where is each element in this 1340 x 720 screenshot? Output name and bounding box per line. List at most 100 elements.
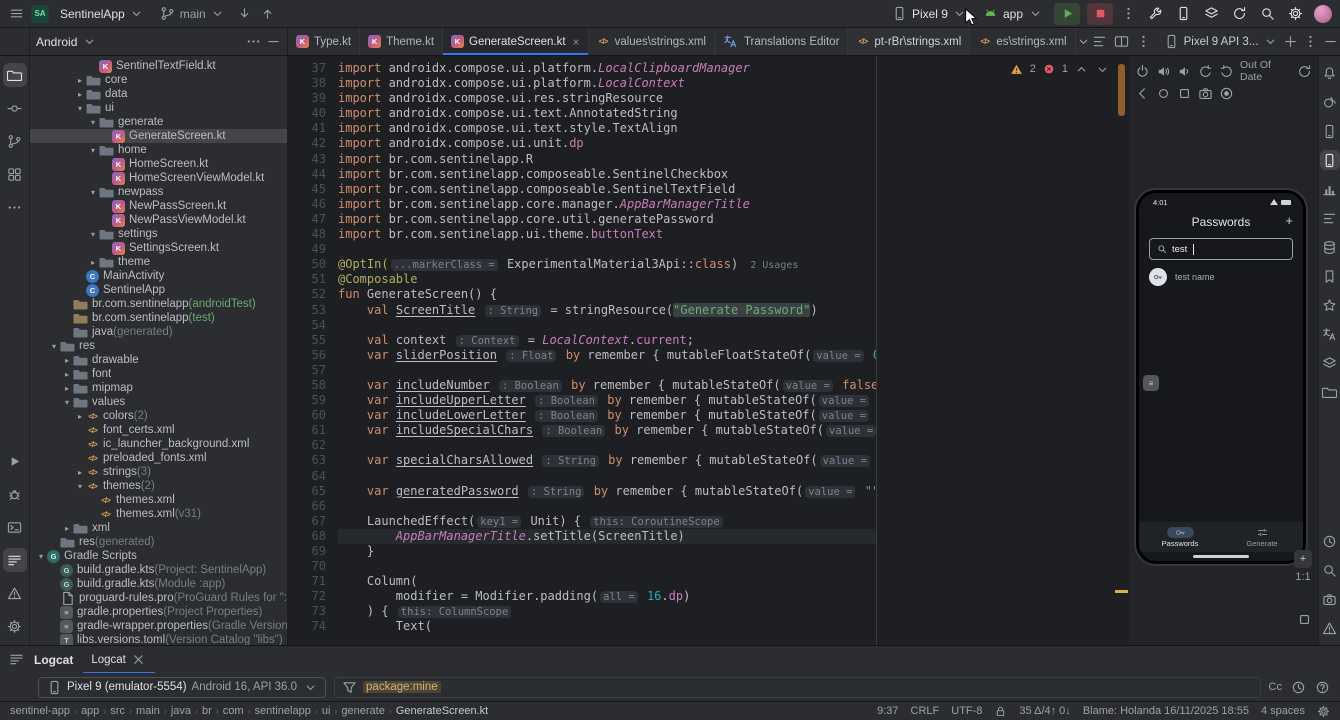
tool-strip-terminal-icon[interactable] — [3, 515, 27, 539]
phone-nav-passwords[interactable]: Passwords — [1139, 522, 1221, 552]
history-icon[interactable] — [1290, 679, 1306, 695]
options-icon[interactable] — [245, 34, 261, 50]
close-icon[interactable]: × — [573, 35, 580, 49]
chevron-right-icon[interactable]: ▸ — [87, 258, 99, 267]
device-manager-icon[interactable] — [1171, 3, 1195, 25]
logcat-device-selector[interactable]: Pixel 9 (emulator-5554) Android 16, API … — [38, 676, 327, 698]
tree-item-preloaded-fonts-xml[interactable]: </> preloaded_fonts.xml — [30, 451, 287, 465]
chevron-down-icon[interactable]: ▾ — [87, 188, 99, 197]
status-settings-icon[interactable] — [1317, 705, 1330, 718]
settings-icon[interactable] — [1283, 3, 1307, 25]
tree-item-gradle-properties[interactable]: ≡ gradle.properties (Project Properties) — [30, 605, 287, 619]
tree-item-generate[interactable]: ▾ generate — [30, 115, 287, 129]
chevron-right-icon[interactable]: ▸ — [61, 356, 73, 365]
editor-tab[interactable]: Translations Editor — [715, 28, 849, 55]
chevron-down-icon[interactable]: ▾ — [87, 230, 99, 239]
add-password-button[interactable]: + — [1285, 213, 1293, 228]
emulator-side-handle[interactable]: ≡ — [1143, 375, 1159, 391]
more-actions-icon[interactable] — [1120, 6, 1136, 22]
chevron-down-icon[interactable]: ▾ — [61, 398, 73, 407]
file-encoding[interactable]: UTF-8 — [951, 705, 982, 717]
split-editor-icon[interactable] — [1114, 34, 1130, 50]
breadcrumb-item[interactable]: sentinelapp — [255, 705, 311, 717]
rotate-right-icon[interactable] — [1219, 64, 1234, 79]
breadcrumb-item[interactable]: generate — [341, 705, 384, 717]
back-icon[interactable] — [1135, 86, 1150, 101]
tree-item-settingsscreen-kt[interactable]: K SettingsScreen.kt — [30, 241, 287, 255]
line-endings[interactable]: CRLF — [911, 705, 940, 717]
tree-item-sentinelapp[interactable]: C SentinelApp — [30, 283, 287, 297]
tool-strip-structure-icon[interactable] — [1320, 208, 1340, 228]
volume-up-icon[interactable] — [1156, 64, 1171, 79]
tree-item-drawable[interactable]: ▸ drawable — [30, 353, 287, 367]
editor-tab[interactable]: </> values\strings.xml — [589, 28, 715, 55]
add-tab-icon[interactable] — [1282, 34, 1298, 50]
tree-item-themes-xml[interactable]: </> themes.xml — [30, 493, 287, 507]
search-icon[interactable] — [1255, 3, 1279, 25]
breadcrumb-item[interactable]: app — [81, 705, 99, 717]
chevron-down-icon[interactable]: ▾ — [74, 482, 86, 491]
tool-strip-settings-icon[interactable] — [3, 614, 27, 638]
main-menu-icon[interactable] — [8, 6, 24, 22]
tree-item-sentineltextfield-kt[interactable]: K SentinelTextField.kt — [30, 59, 287, 73]
tree-item-gradle-scripts[interactable]: ▾ G Gradle Scripts — [30, 549, 287, 563]
home-icon[interactable] — [1156, 86, 1171, 101]
refresh-icon[interactable] — [1297, 64, 1312, 79]
fit-to-window-icon[interactable] — [1296, 611, 1312, 627]
tree-item-values[interactable]: ▾ values — [30, 395, 287, 409]
tool-strip-database-icon[interactable] — [1320, 237, 1340, 257]
git-blame[interactable]: Blame: Holanda 16/11/2025 18:55 — [1083, 705, 1249, 717]
chevron-right-icon[interactable]: ▸ — [61, 370, 73, 379]
tree-item-home[interactable]: ▾ home — [30, 143, 287, 157]
rotate-left-icon[interactable] — [1198, 64, 1213, 79]
chevron-right-icon[interactable]: ▸ — [74, 468, 86, 477]
tree-item-ic-launcher-background-xml[interactable]: </> ic_launcher_background.xml — [30, 437, 287, 451]
tree-item-ui[interactable]: ▾ ui — [30, 101, 287, 115]
tree-item-build-gradle-kts[interactable]: Gbuild.gradle.kts (Project: SentinelApp) — [30, 563, 287, 577]
tree-item-themes-xml[interactable]: </> themes.xml (v31) — [30, 507, 287, 521]
tree-item-proguard-rules-pro[interactable]: proguard-rules.pro (ProGuard Rules for "… — [30, 591, 287, 605]
breadcrumb-item[interactable]: ui — [322, 705, 331, 717]
chevron-down-icon[interactable]: ▾ — [35, 552, 47, 561]
tree-item-build-gradle-kts[interactable]: Gbuild.gradle.kts (Module :app) — [30, 577, 287, 591]
scrollbar-thumb[interactable] — [1118, 64, 1125, 116]
update-project-icon[interactable] — [237, 6, 253, 22]
chevron-down-icon[interactable]: ▾ — [74, 104, 86, 113]
target-device-selector[interactable]: Pixel 9 — [888, 4, 972, 24]
tree-item-res[interactable]: ▾ res — [30, 339, 287, 353]
tool-strip-resource-manager-icon[interactable] — [1320, 353, 1340, 373]
tool-strip-device-manager-icon[interactable] — [1320, 121, 1340, 141]
breadcrumb-item[interactable]: br — [202, 705, 212, 717]
tree-item-newpass[interactable]: ▾ newpass — [30, 185, 287, 199]
code-editor[interactable]: 37 38 39 40 41 42 43 44 45 46 47 48 49 50 51 52 53 54 55 56… — [288, 56, 876, 645]
tree-item-homescreenviewmodel-kt[interactable]: K HomeScreenViewModel.kt — [30, 171, 287, 185]
next-problem-icon[interactable] — [1094, 61, 1110, 77]
tab-list-dropdown-icon[interactable] — [1076, 34, 1092, 50]
hide-icon[interactable] — [1322, 34, 1338, 50]
project-tree[interactable]: K SentinelTextField.kt ▸ core ▸ data ▾ ui ▾ gener… — [30, 56, 288, 645]
breadcrumb-item[interactable]: sentinel-app — [10, 705, 70, 717]
breadcrumb-item[interactable]: GenerateScreen.kt — [396, 705, 488, 717]
chevron-right-icon[interactable]: ▸ — [74, 90, 86, 99]
help-icon[interactable] — [1314, 679, 1330, 695]
tree-item-strings[interactable]: ▸ </> strings (3) — [30, 465, 287, 479]
prev-problem-icon[interactable] — [1073, 61, 1089, 77]
breadcrumb-item[interactable]: java — [171, 705, 191, 717]
tool-strip-project-icon[interactable] — [2, 63, 27, 87]
tree-item-java[interactable]: java (generated) — [30, 325, 287, 339]
tool-strip-more-tool-windows-icon[interactable] — [3, 195, 27, 219]
tool-strip-run-icon[interactable] — [3, 449, 27, 473]
running-devices-tab[interactable]: Pixel 9 API 3... — [1158, 28, 1340, 55]
power-icon[interactable] — [1135, 64, 1150, 79]
tree-item-colors[interactable]: ▸ </> colors (2) — [30, 409, 287, 423]
tree-item-core[interactable]: ▸ core — [30, 73, 287, 87]
breadcrumb-item[interactable]: src — [110, 705, 125, 717]
layout-inspector-icon[interactable] — [1199, 3, 1223, 25]
caret-position[interactable]: 9:37 — [877, 705, 898, 717]
tree-item-res[interactable]: res (generated) — [30, 535, 287, 549]
read-lock-icon[interactable] — [994, 705, 1007, 718]
tool-strip-ai-assistant-icon[interactable] — [1320, 295, 1340, 315]
tree-item-libs-versions-toml[interactable]: Tlibs.versions.toml (Version Catalog "li… — [30, 633, 287, 645]
git-status[interactable]: 35 Δ/4↑ 0↓ — [1019, 705, 1070, 717]
emulator-screen[interactable]: 4:01 Passwords + test test name ≡ Passwo… — [1139, 193, 1303, 561]
